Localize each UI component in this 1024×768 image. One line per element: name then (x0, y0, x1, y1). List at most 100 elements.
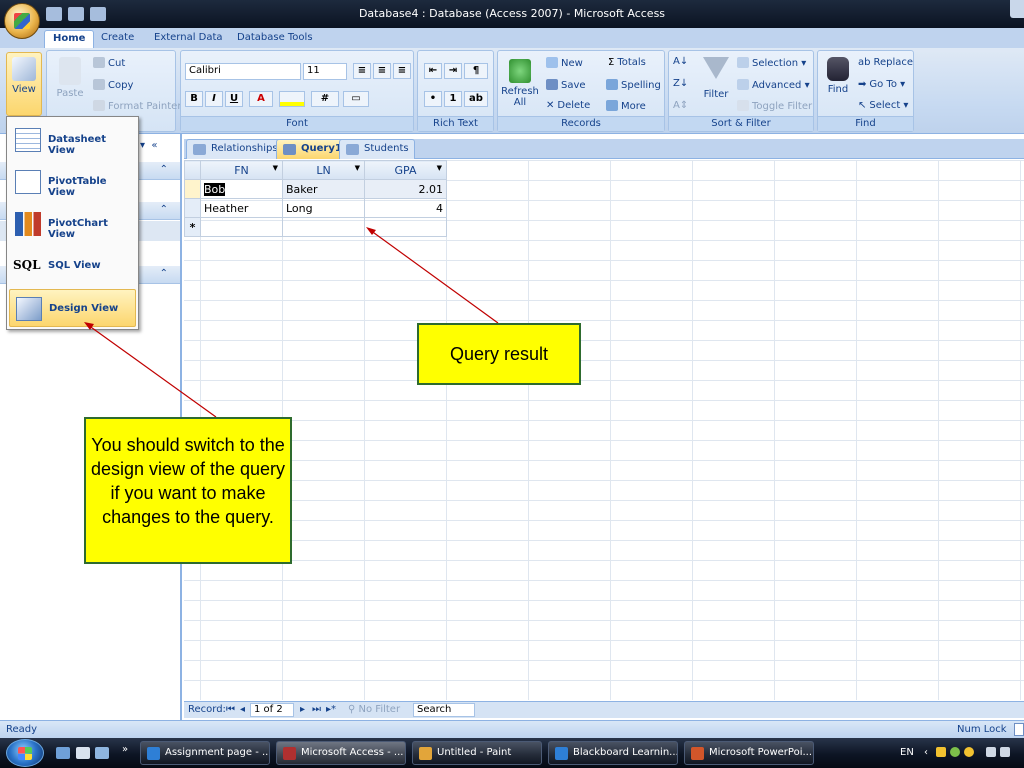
copy-button[interactable]: Copy (93, 79, 133, 91)
replace-button[interactable]: ab Replace (858, 57, 913, 68)
tray-expand-icon[interactable]: ‹ (924, 747, 928, 758)
font-color-icon[interactable]: A (249, 91, 273, 107)
last-record-button[interactable]: ⏭ (312, 704, 321, 715)
bullets-icon[interactable]: • (424, 91, 442, 107)
row-selector[interactable] (184, 179, 201, 199)
quick-launch-icon[interactable] (95, 747, 109, 759)
select-button[interactable]: ↖ Select ▾ (858, 100, 908, 111)
task-assignment-page[interactable]: Assignment page - ... (140, 741, 270, 765)
cell-gpa[interactable]: 2.01 (364, 179, 447, 199)
bold-button[interactable]: B (185, 91, 203, 107)
sort-descending-icon[interactable]: Z↓ (673, 78, 688, 89)
view-button[interactable]: View (6, 52, 42, 116)
align-left-icon[interactable]: ≡ (353, 63, 371, 79)
increase-indent-icon[interactable]: ⇥ (444, 63, 462, 79)
task-paint[interactable]: Untitled - Paint (412, 741, 542, 765)
totals-button[interactable]: Σ Totals (608, 57, 646, 68)
paste-button[interactable]: Paste (53, 57, 87, 99)
new-record-nav-button[interactable]: ▸* (326, 704, 336, 715)
cell-ln[interactable]: Baker (282, 179, 365, 199)
delete-record-button[interactable]: ✕ Delete (546, 100, 590, 111)
quick-launch-icon[interactable] (76, 747, 90, 759)
align-right-icon[interactable]: ≡ (393, 63, 411, 79)
refresh-all-button[interactable]: Refresh All (500, 59, 540, 108)
toggle-filter-button[interactable]: Toggle Filter (737, 100, 812, 112)
align-center-icon[interactable]: ≡ (373, 63, 391, 79)
column-header-ln[interactable]: LN ▼ (282, 160, 365, 180)
window-control-button[interactable] (1010, 0, 1024, 18)
menu-item-datasheet-view[interactable]: Datasheet View (9, 121, 136, 159)
spelling-button[interactable]: Spelling (606, 79, 661, 91)
tray-app-icon[interactable] (964, 747, 974, 757)
font-name-select[interactable]: Calibri (185, 63, 301, 80)
start-button[interactable] (6, 739, 44, 767)
column-dropdown-icon[interactable]: ▼ (355, 164, 360, 172)
cut-button[interactable]: Cut (93, 57, 125, 69)
tab-external-data[interactable]: External Data (146, 30, 231, 48)
no-filter-indicator[interactable]: ⚲ No Filter (348, 704, 400, 715)
tray-app-icon[interactable] (1000, 747, 1010, 757)
column-header-gpa[interactable]: GPA ▼ (364, 160, 447, 180)
menu-item-pivotchart-view[interactable]: PivotChart View (9, 205, 136, 243)
paragraph-direction-icon[interactable]: ¶ (464, 63, 488, 79)
office-button[interactable] (4, 3, 40, 39)
next-record-button[interactable]: ▸ (300, 704, 305, 715)
more-button[interactable]: More (606, 100, 646, 112)
table-row[interactable]: Bob Baker 2.01 (184, 179, 447, 199)
new-record-row[interactable]: * (184, 217, 447, 237)
filter-button[interactable]: Filter (699, 57, 733, 100)
find-button[interactable]: Find (822, 57, 854, 95)
goto-button[interactable]: ➡ Go To ▾ (858, 79, 905, 90)
tab-relationships[interactable]: Relationships (186, 139, 284, 159)
tray-app-icon[interactable] (936, 747, 946, 757)
column-dropdown-icon[interactable]: ▼ (437, 164, 442, 172)
decrease-indent-icon[interactable]: ⇤ (424, 63, 442, 79)
alternate-fill-icon[interactable]: ▭ (343, 91, 369, 107)
cell-fn[interactable] (200, 217, 283, 237)
cell-fn[interactable]: Bob (200, 179, 283, 199)
format-painter-button[interactable]: Format Painter (93, 100, 181, 112)
more-quick-launch-icon[interactable]: » (122, 744, 128, 755)
search-input[interactable]: Search (413, 703, 475, 717)
tab-create[interactable]: Create (93, 30, 142, 48)
column-dropdown-icon[interactable]: ▼ (273, 164, 278, 172)
italic-button[interactable]: I (205, 91, 223, 107)
advanced-button[interactable]: Advanced ▾ (737, 79, 810, 91)
sort-ascending-icon[interactable]: A↓ (673, 56, 688, 67)
tab-query1[interactable]: Query1 (276, 139, 348, 159)
menu-item-design-view[interactable]: Design View (9, 289, 136, 327)
gridlines-icon[interactable]: # (311, 91, 339, 107)
menu-item-pivottable-view[interactable]: PivotTable View (9, 163, 136, 201)
cell-ln[interactable] (282, 217, 365, 237)
view-shortcut-icon[interactable] (1014, 723, 1024, 736)
font-size-select[interactable]: 11 (303, 63, 347, 80)
nav-pane-controls[interactable]: ▾ « (140, 140, 158, 151)
row-selector[interactable] (184, 198, 201, 218)
task-blackboard[interactable]: Blackboard Learnin... (548, 741, 678, 765)
cell-gpa[interactable] (364, 217, 447, 237)
first-record-button[interactable]: ⏮ (226, 704, 235, 715)
clear-sort-icon[interactable]: A⇕ (673, 100, 688, 111)
select-all-corner[interactable] (184, 160, 201, 180)
fill-color-icon[interactable] (279, 91, 305, 107)
tab-database-tools[interactable]: Database Tools (229, 30, 321, 48)
language-indicator[interactable]: EN (900, 747, 914, 758)
current-record-field[interactable]: 1 of 2 (250, 703, 294, 717)
show-desktop-icon[interactable] (56, 747, 70, 759)
previous-record-button[interactable]: ◂ (240, 704, 245, 715)
tab-home[interactable]: Home (44, 30, 95, 48)
new-record-button[interactable]: New (546, 57, 583, 69)
cell-ln[interactable]: Long (282, 198, 365, 218)
task-microsoft-access[interactable]: Microsoft Access - ... (276, 741, 406, 765)
selection-button[interactable]: Selection ▾ (737, 57, 806, 69)
cell-fn[interactable]: Heather (200, 198, 283, 218)
highlight-icon[interactable]: ab (464, 91, 488, 107)
tab-students[interactable]: Students (339, 139, 415, 159)
network-icon[interactable] (986, 747, 996, 757)
column-header-fn[interactable]: FN ▼ (200, 160, 283, 180)
save-record-button[interactable]: Save (546, 79, 586, 91)
tray-app-icon[interactable] (950, 747, 960, 757)
table-row[interactable]: Heather Long 4 (184, 198, 447, 218)
menu-item-sql-view[interactable]: SQL SQL View (9, 247, 136, 285)
numbering-icon[interactable]: 1 (444, 91, 462, 107)
